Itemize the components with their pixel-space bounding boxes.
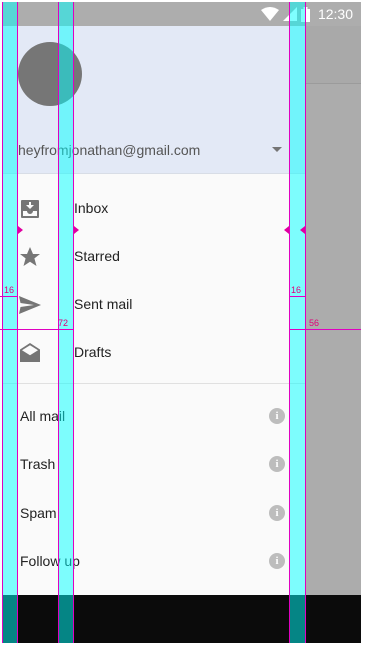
info-icon[interactable]: i — [269, 408, 285, 424]
label-text-follow-up: Follow up — [20, 553, 80, 569]
avatar[interactable] — [18, 42, 82, 106]
info-icon[interactable]: i — [269, 505, 285, 521]
nav-label-starred: Starred — [74, 248, 120, 264]
drawer-header: heyfromjonathan@gmail.com — [2, 26, 305, 174]
label-item-all-mail[interactable]: All mail i — [2, 392, 305, 440]
status-bar: 12:30 — [2, 2, 361, 26]
status-time: 12:30 — [317, 6, 353, 22]
nav-label-sent-mail: Sent mail — [74, 296, 133, 312]
nav-item-sent-mail[interactable]: Sent mail — [2, 281, 305, 329]
account-email[interactable]: heyfromjonathan@gmail.com — [18, 142, 200, 158]
nav-item-inbox[interactable]: Inbox — [2, 185, 305, 233]
label-text-spam: Spam — [20, 505, 57, 521]
label-text-all-mail: All mail — [20, 408, 66, 424]
label-text-trash: Trash — [20, 456, 56, 472]
navigation-drawer[interactable]: heyfromjonathan@gmail.com Inbox Starred … — [2, 26, 305, 595]
send-icon — [19, 296, 41, 314]
drafts-icon — [20, 343, 40, 362]
info-icon[interactable]: i — [269, 553, 285, 569]
status-icons: 12:30 — [260, 5, 353, 23]
system-navigation-bar — [2, 595, 361, 643]
cell-signal-icon — [282, 7, 297, 21]
label-item-follow-up[interactable]: Follow up i — [2, 537, 305, 585]
info-icon[interactable]: i — [269, 456, 285, 472]
nav-item-starred[interactable]: Starred — [2, 233, 305, 281]
battery-icon — [300, 6, 310, 22]
nav-item-drafts[interactable]: Drafts — [2, 329, 305, 377]
nav-label-inbox: Inbox — [74, 200, 109, 216]
drawer-divider — [2, 383, 305, 384]
wifi-icon — [260, 7, 279, 21]
star-icon — [20, 247, 40, 266]
nav-label-drafts: Drafts — [74, 344, 112, 360]
inbox-icon — [21, 200, 39, 218]
label-item-trash[interactable]: Trash i — [2, 440, 305, 488]
account-dropdown-icon[interactable] — [272, 147, 282, 152]
phone-screen: 12:30 heyfromjonathan@gmail.com Inbox St… — [2, 2, 361, 643]
app-toolbar-behind-scrim — [305, 26, 361, 84]
label-item-spam[interactable]: Spam i — [2, 489, 305, 537]
